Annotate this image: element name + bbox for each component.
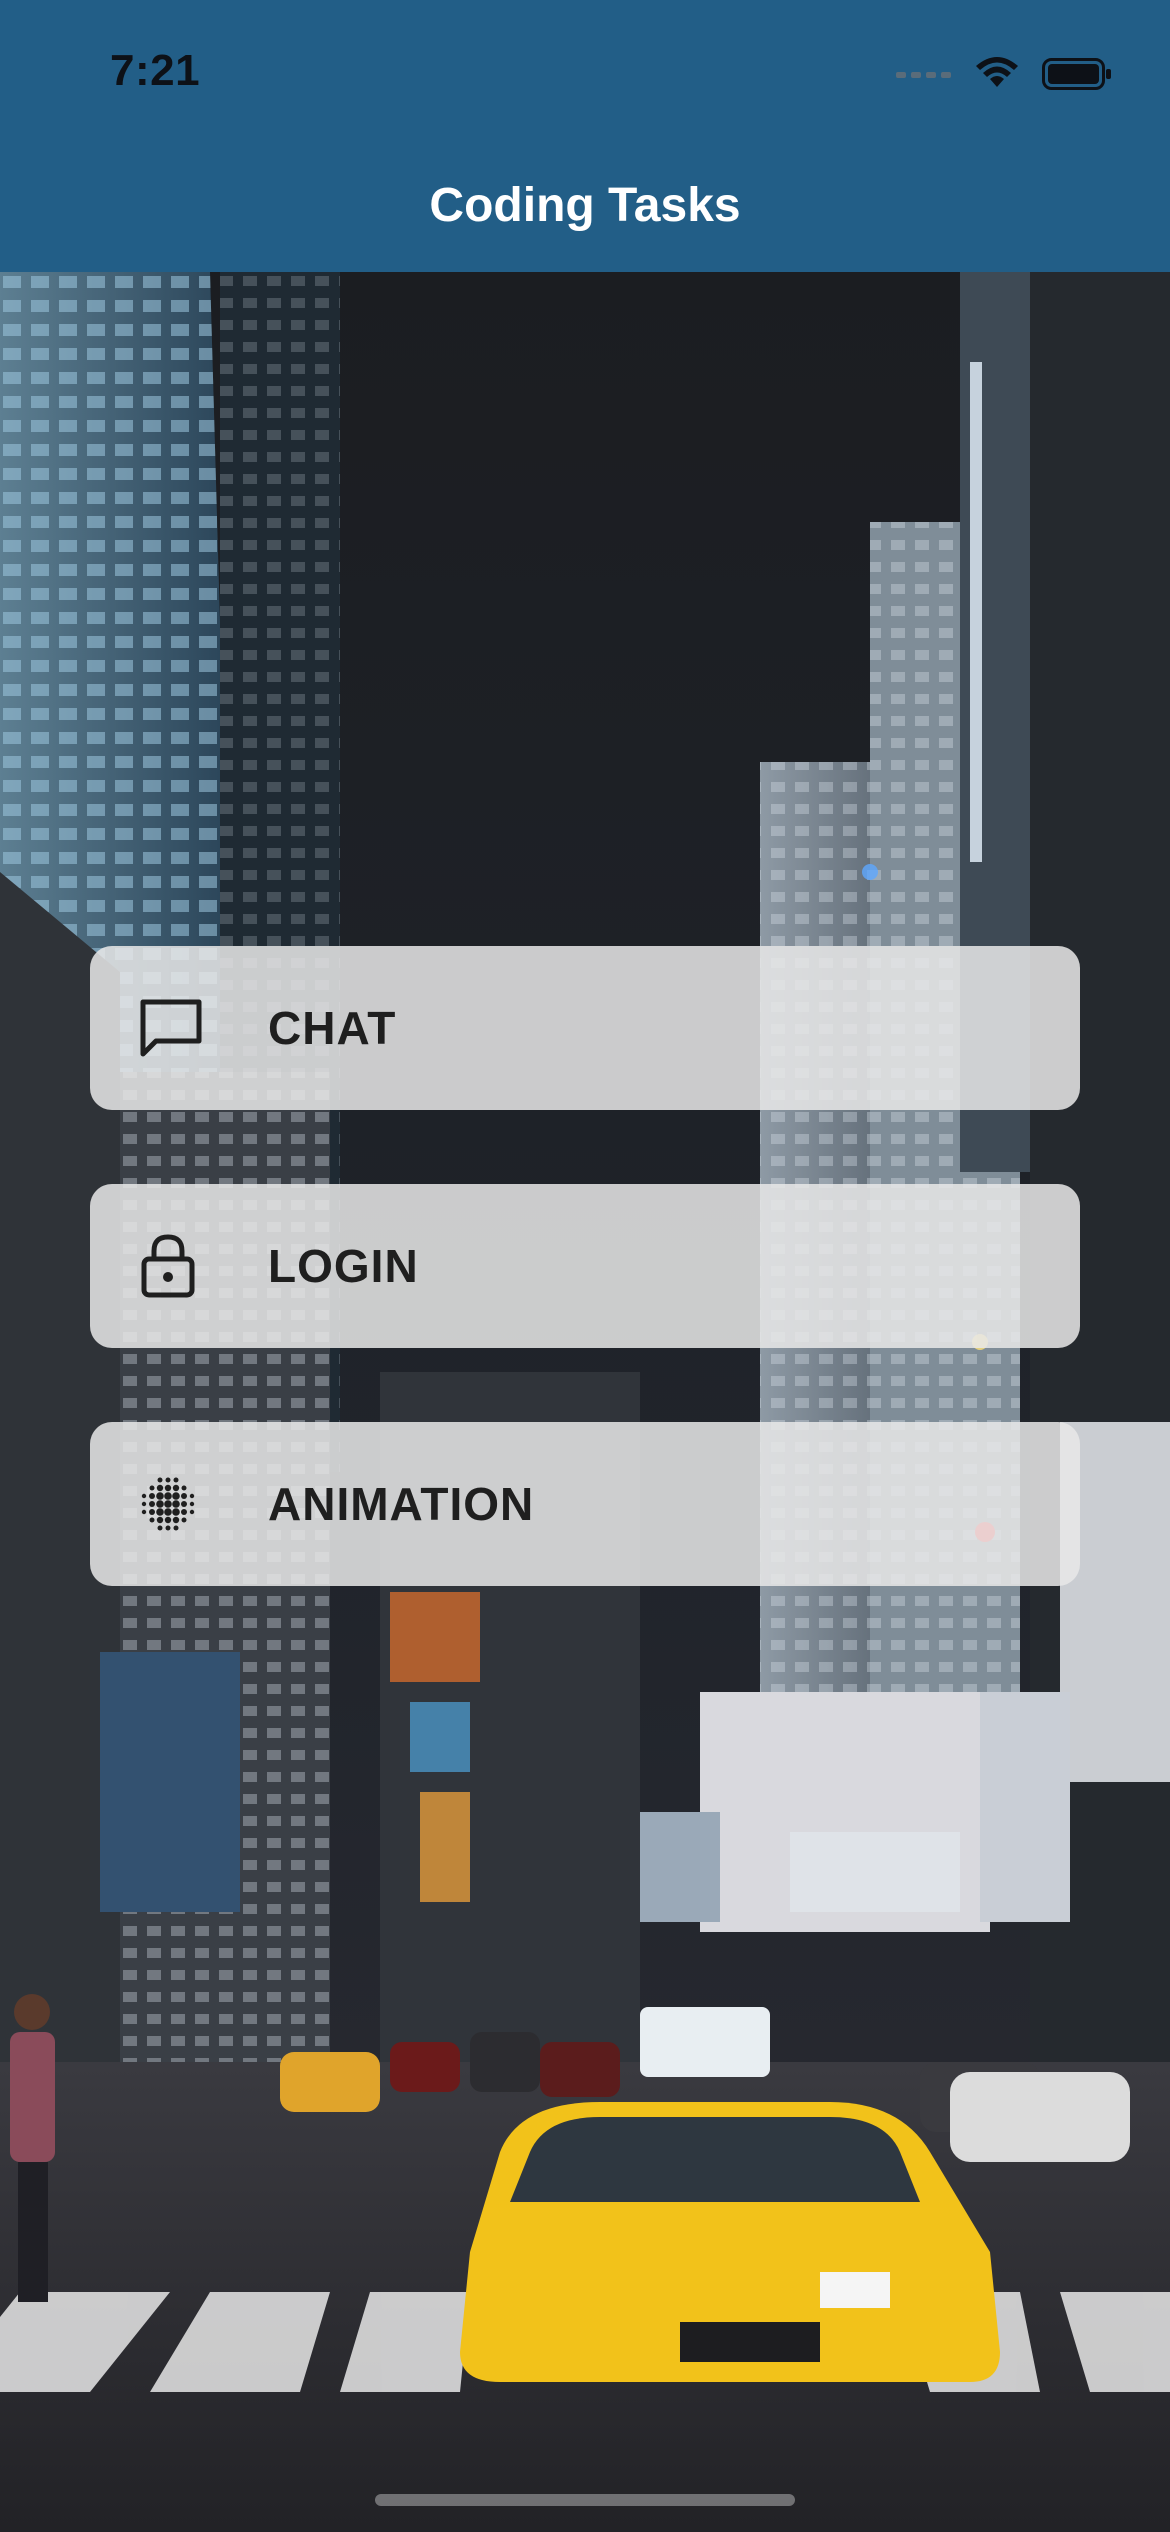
signal-icon (896, 67, 952, 86)
lock-icon (138, 1233, 248, 1299)
status-bar-icons (896, 56, 1112, 96)
login-button-label: LOGIN (268, 1240, 419, 1292)
wifi-icon (974, 56, 1020, 96)
chat-button[interactable]: CHAT (90, 946, 1080, 1110)
animation-button-label: ANIMATION (268, 1478, 535, 1530)
chat-button-label: CHAT (268, 1002, 397, 1054)
status-bar-time: 7:21 (110, 46, 201, 95)
login-button[interactable]: LOGIN (90, 1184, 1080, 1348)
home-indicator[interactable] (375, 2494, 795, 2506)
app-screen: 7:21 Coding Tasks CHAT LOGIN ANIMATION (0, 0, 1170, 2532)
page-title: Coding Tasks (429, 179, 741, 232)
battery-icon (1042, 57, 1112, 95)
navigation-header: 7:21 Coding Tasks (0, 0, 1170, 272)
chat-bubble-icon (138, 997, 248, 1059)
animation-button[interactable]: ANIMATION (90, 1422, 1080, 1586)
dot-grid-icon (138, 1474, 248, 1534)
city-street-background-image (0, 272, 1170, 2532)
